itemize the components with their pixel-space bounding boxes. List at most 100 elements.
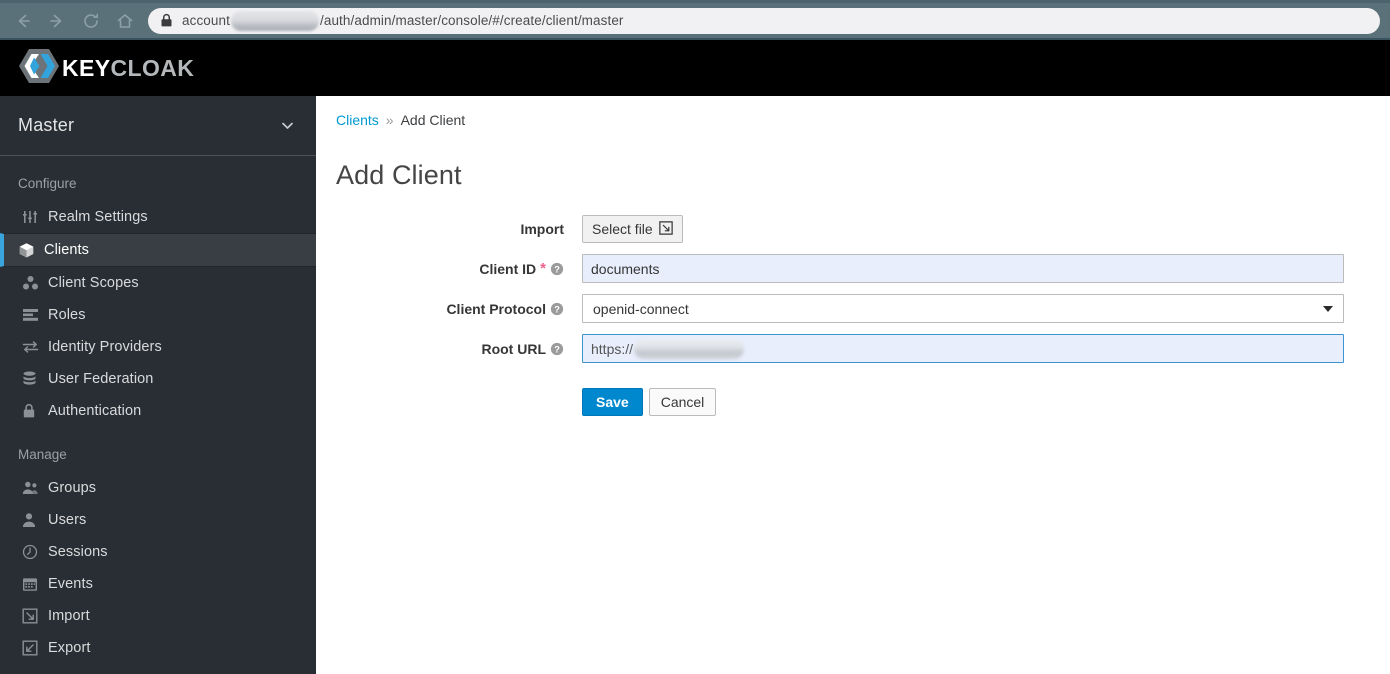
app-header: KEY CLOAK (0, 40, 1390, 96)
sidebar-item-label: Client Scopes (48, 275, 139, 291)
form-row-import: Import Select file (336, 215, 1364, 243)
sidebar-item-label: Identity Providers (48, 339, 162, 355)
brand-key: KEY (62, 54, 111, 81)
sidebar-item-realm-settings[interactable]: Realm Settings (0, 201, 316, 233)
sidebar-item-label: Realm Settings (48, 209, 148, 225)
client-protocol-label: Client Protocol ? (336, 301, 582, 317)
root-url-input[interactable]: https:// (582, 334, 1344, 363)
sidebar-item-label: Groups (48, 480, 97, 496)
breadcrumb: Clients » Add Client (336, 112, 1364, 128)
select-file-label: Select file (592, 221, 653, 237)
help-circle-icon[interactable]: ? (550, 302, 564, 316)
action-buttons: Save Cancel (582, 388, 717, 416)
sidebar-item-import[interactable]: Import (0, 600, 316, 632)
client-protocol-field: openid-connect (582, 294, 1364, 323)
client-protocol-label-text: Client Protocol (446, 300, 546, 317)
sidebar-item-label: Authentication (48, 403, 142, 419)
form-row-actions: Save Cancel (336, 374, 1364, 416)
lock-icon (22, 403, 48, 419)
browser-toolbar: account /auth/admin/master/console/#/cre… (0, 0, 1390, 40)
sidebar-item-label: Clients (44, 242, 90, 258)
sidebar-item-export[interactable]: Export (0, 632, 316, 664)
nav-group-title-manage: Manage (18, 447, 67, 462)
root-url-value: https:// (591, 340, 634, 357)
client-id-field (582, 254, 1364, 283)
sidebar-item-label: Export (48, 640, 91, 656)
help-circle-icon[interactable]: ? (550, 342, 564, 356)
sidebar-item-sessions[interactable]: Sessions (0, 536, 316, 568)
client-protocol-value: openid-connect (593, 300, 689, 317)
users-icon (22, 480, 48, 496)
sidebar-item-label: Sessions (48, 544, 108, 560)
import-label-text: Import (520, 221, 564, 237)
sidebar-item-label: User Federation (48, 371, 154, 387)
page-title: Add Client (336, 160, 462, 190)
root-url-redacted-block (634, 338, 745, 359)
keycloak-logo-icon (18, 46, 60, 91)
select-file-button[interactable]: Select file (582, 215, 683, 243)
breadcrumb-separator: » (385, 112, 394, 128)
sidebar-item-roles[interactable]: Roles (0, 299, 316, 331)
sidebar-item-client-scopes[interactable]: Client Scopes (0, 267, 316, 299)
sidebar-item-events[interactable]: Events (0, 568, 316, 600)
root-url-label: Root URL ? (336, 341, 582, 357)
actions-field: Save Cancel (582, 374, 1364, 416)
sidebar-item-users[interactable]: Users (0, 504, 316, 536)
sidebar-item-clients[interactable]: Clients (0, 233, 316, 267)
svg-text:?: ? (554, 304, 560, 314)
export-icon (22, 640, 48, 656)
sidebar-item-user-federation[interactable]: User Federation (0, 363, 316, 395)
client-id-input[interactable] (582, 254, 1344, 283)
client-id-label: Client ID * ? (336, 261, 582, 277)
realm-selector-label: Master (18, 115, 75, 135)
client-protocol-select[interactable]: openid-connect (582, 294, 1344, 323)
back-icon[interactable] (6, 7, 40, 35)
main-content: Clients » Add Client Add Client Import S… (316, 96, 1390, 674)
add-client-form: Import Select file Client ID * ? documen… (336, 215, 1364, 416)
sidebar-item-identity-providers[interactable]: Identity Providers (0, 331, 316, 363)
svg-text:?: ? (554, 344, 560, 354)
keycloak-wordmark: KEY CLOAK (62, 55, 194, 82)
breadcrumb-link-clients[interactable]: Clients (336, 112, 379, 128)
import-label: Import (336, 221, 582, 237)
save-button[interactable]: Save (582, 388, 643, 416)
breadcrumb-current: Add Client (400, 112, 466, 128)
clock-icon (22, 544, 48, 560)
user-icon (22, 512, 48, 528)
cancel-button[interactable]: Cancel (648, 388, 717, 416)
keycloak-logo[interactable]: KEY CLOAK (18, 46, 194, 91)
sidebar-item-label: Events (48, 576, 93, 592)
address-bar[interactable]: account /auth/admin/master/console/#/cre… (148, 7, 1380, 34)
root-url-label-text: Root URL (481, 340, 546, 357)
forward-icon[interactable] (40, 7, 74, 35)
required-marker: * (540, 260, 546, 277)
realm-selector[interactable]: Master (0, 96, 316, 156)
chevron-down-icon (279, 117, 296, 134)
reload-icon[interactable] (74, 7, 108, 35)
client-id-label-text: Client ID (479, 260, 537, 277)
home-icon[interactable] (108, 7, 142, 35)
form-row-client-id: Client ID * ? (336, 254, 1364, 283)
sidebar-item-label: Roles (48, 307, 86, 323)
calendar-icon (22, 576, 48, 592)
sliders-icon (22, 209, 48, 225)
cube-icon (18, 242, 44, 259)
import-field: Select file (582, 215, 1364, 243)
url-suffix: /auth/admin/master/console/#/create/clie… (319, 13, 624, 28)
sidebar-item-label: Users (48, 512, 87, 528)
cubes-icon (22, 275, 48, 291)
url-prefix: account (182, 13, 230, 28)
root-url-field: https:// (582, 334, 1364, 363)
caret-down-icon (1323, 305, 1333, 312)
sidebar-item-authentication[interactable]: Authentication (0, 395, 316, 427)
help-circle-icon[interactable]: ? (550, 262, 564, 276)
sidebar: Master Configure Realm Settings Clients … (0, 96, 316, 674)
upload-icon (658, 220, 673, 238)
list-icon (22, 308, 48, 322)
brand-cloak: CLOAK (110, 54, 195, 81)
import-icon (22, 608, 48, 624)
nav-group-title-configure: Configure (18, 176, 77, 191)
svg-text:?: ? (554, 264, 560, 274)
form-row-root-url: Root URL ? https:// (336, 334, 1364, 363)
sidebar-item-groups[interactable]: Groups (0, 472, 316, 504)
